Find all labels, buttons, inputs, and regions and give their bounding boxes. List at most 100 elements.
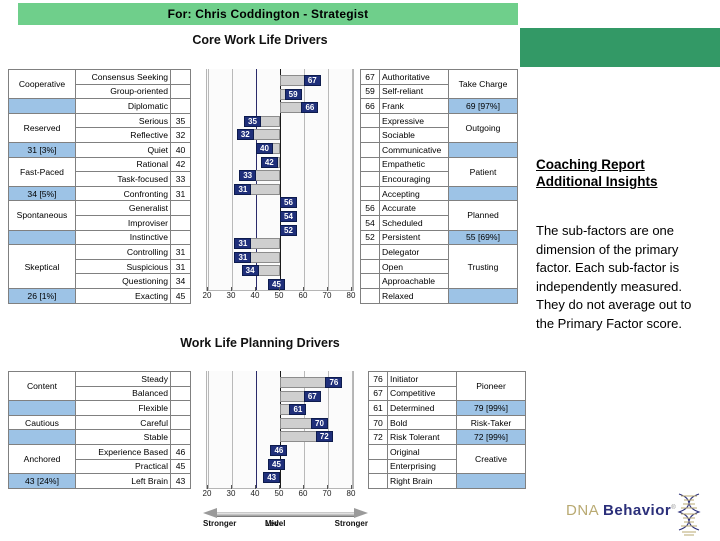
sub-factor-score: 31 bbox=[170, 244, 191, 260]
sub-factor-score: 54 bbox=[360, 214, 380, 231]
sub-factor-name: Balanced bbox=[75, 385, 171, 402]
sub-factor-score bbox=[368, 458, 388, 475]
sub-factor-score: 43 bbox=[170, 473, 191, 489]
sub-factor-score bbox=[360, 273, 380, 289]
sub-factor-name: Controlling bbox=[75, 244, 171, 260]
primary-factor-score bbox=[448, 185, 518, 202]
table-row: Expressive Outgoing bbox=[360, 112, 518, 143]
sub-factor-score bbox=[170, 400, 191, 416]
sub-factor-score bbox=[360, 185, 380, 202]
sub-factor-score bbox=[170, 414, 191, 431]
table-row-highlight: 72 Risk Tolerant 72 [99%] bbox=[368, 429, 526, 445]
table-row: Original Creative bbox=[368, 443, 526, 475]
chart-bar-value-label: 31 bbox=[234, 183, 252, 195]
sub-factor-score: 66 bbox=[360, 98, 380, 114]
chart-bar-value-label: 66 bbox=[301, 102, 319, 114]
sub-factor-name: Confronting bbox=[75, 185, 171, 202]
sub-factor-name: Frank bbox=[379, 98, 449, 114]
chart-bar-value-label: 34 bbox=[241, 265, 259, 277]
legend-mid-line2: Level bbox=[265, 519, 286, 528]
table-row: Fast-Paced Rational 42 bbox=[8, 156, 191, 187]
factor-group-label: Skeptical bbox=[8, 244, 76, 289]
sub-factor-name: Expressive bbox=[379, 112, 449, 129]
scale-legend: Stronger Mid- Level Stronger bbox=[203, 508, 368, 541]
primary-factor-score bbox=[8, 98, 76, 114]
chart-bar-value-label: 76 bbox=[325, 377, 343, 388]
insights-body-text: The sub-factors are one dimension of the… bbox=[536, 223, 692, 331]
sub-factor-name: Open bbox=[379, 258, 449, 275]
sub-factor-score: 31 bbox=[170, 185, 191, 202]
sub-factor-name: Flexible bbox=[75, 400, 171, 416]
report-recipient-banner: For: Chris Coddington - Strategist bbox=[18, 3, 518, 25]
core-left-table: Cooperative Consensus Seeking Group-orient… bbox=[8, 68, 191, 304]
primary-factor-score: 72 [99%] bbox=[456, 429, 526, 445]
sub-factor-score bbox=[170, 214, 191, 231]
planning-drivers-bar-chart: 76 67 61 70 72 46 45 43 20 30 40 50 60 70 80 bbox=[203, 371, 355, 501]
table-row: Reserved Serious 35 bbox=[8, 112, 191, 143]
table-row-highlight: Accepting bbox=[360, 185, 518, 202]
sub-factor-name: Consensus Seeking bbox=[75, 69, 171, 85]
axis-tick-label: 40 bbox=[250, 291, 260, 300]
chart-bar-value-label: 43 bbox=[263, 472, 281, 484]
sub-factor-score: 72 bbox=[368, 429, 388, 445]
axis-tick-label: 30 bbox=[226, 291, 236, 300]
table-row-highlight: Instinctive bbox=[8, 229, 191, 246]
chart-gridline bbox=[232, 371, 233, 488]
axis-tick-label: 50 bbox=[274, 291, 284, 300]
sub-factor-name: Practical bbox=[75, 458, 171, 475]
sub-factor-score: 70 bbox=[368, 414, 388, 431]
primary-factor-score bbox=[8, 229, 76, 246]
chart-bar-value-label: 45 bbox=[268, 458, 285, 470]
sub-factor-score: 32 bbox=[170, 127, 191, 143]
chart-bar-value-label: 56 bbox=[280, 197, 297, 209]
chart-gridline bbox=[352, 371, 353, 488]
chart-gridline bbox=[208, 69, 209, 290]
sub-factor-name: Task-focused bbox=[75, 171, 171, 187]
axis-tick-label: 60 bbox=[298, 489, 308, 498]
axis-tick-label: 70 bbox=[322, 489, 332, 498]
green-accent-block bbox=[520, 28, 720, 67]
chart-bar-value-label: 33 bbox=[239, 170, 257, 182]
sub-factor-score bbox=[368, 473, 388, 489]
sub-factor-score: 52 bbox=[360, 229, 380, 246]
sub-factor-name: Competitive bbox=[387, 385, 457, 402]
planning-section-title: Work Life Planning Drivers bbox=[180, 336, 340, 350]
factor-group-label: Planned bbox=[448, 200, 518, 231]
sub-factor-score: 31 bbox=[170, 258, 191, 275]
axis-tick-label: 20 bbox=[202, 291, 212, 300]
table-row-highlight: Relaxed bbox=[360, 287, 518, 304]
chart-gridline bbox=[328, 69, 329, 290]
sub-factor-name: Relaxed bbox=[379, 287, 449, 304]
chart-gridline bbox=[256, 371, 257, 488]
planning-right-table: 76 Initiator Pioneer 67 Competitive 61 Determi… bbox=[368, 370, 526, 489]
dna-helix-icon bbox=[677, 493, 701, 536]
sub-factor-name: Sociable bbox=[379, 127, 449, 143]
planning-left-table: Content Steady Balanced Flexible Cautious Car… bbox=[8, 370, 191, 489]
sub-factor-name: Accurate bbox=[379, 200, 449, 216]
table-row-highlight: Diplomatic bbox=[8, 98, 191, 114]
axis-tick-label: 40 bbox=[250, 489, 260, 498]
factor-group-label: Pioneer bbox=[456, 370, 526, 402]
table-row: Anchored Experience Based 46 bbox=[8, 443, 191, 475]
sub-factor-name: Questioning bbox=[75, 273, 171, 289]
sub-factor-score bbox=[360, 141, 380, 158]
sub-factor-name: Experience Based bbox=[75, 443, 171, 460]
primary-factor-score: 43 [24%] bbox=[8, 473, 76, 489]
table-row: Skeptical Controlling 31 bbox=[8, 244, 191, 289]
sub-factor-score bbox=[170, 98, 191, 114]
factor-group-label: Reserved bbox=[8, 112, 76, 143]
sub-factor-score bbox=[170, 371, 191, 387]
sub-factor-score bbox=[170, 385, 191, 402]
factor-group-label: Trusting bbox=[448, 244, 518, 289]
table-row: Empathetic Patient bbox=[360, 156, 518, 187]
legend-right-label: Stronger bbox=[334, 519, 368, 528]
sub-factor-score: 42 bbox=[170, 156, 191, 173]
primary-factor-score: 34 [5%] bbox=[8, 185, 76, 202]
chart-gridline bbox=[304, 371, 305, 488]
sub-factor-name: Risk Tolerant bbox=[387, 429, 457, 445]
sub-factor-name: Reflective bbox=[75, 127, 171, 143]
core-drivers-bar-chart: 67 59 66 35 32 40 42 33 31 56 54 52 31 31 34 45 20 30 40 5… bbox=[202, 69, 355, 303]
sub-factor-name: Encouraging bbox=[379, 171, 449, 187]
factor-group-label: Cautious bbox=[8, 414, 76, 431]
sub-factor-score bbox=[170, 229, 191, 246]
